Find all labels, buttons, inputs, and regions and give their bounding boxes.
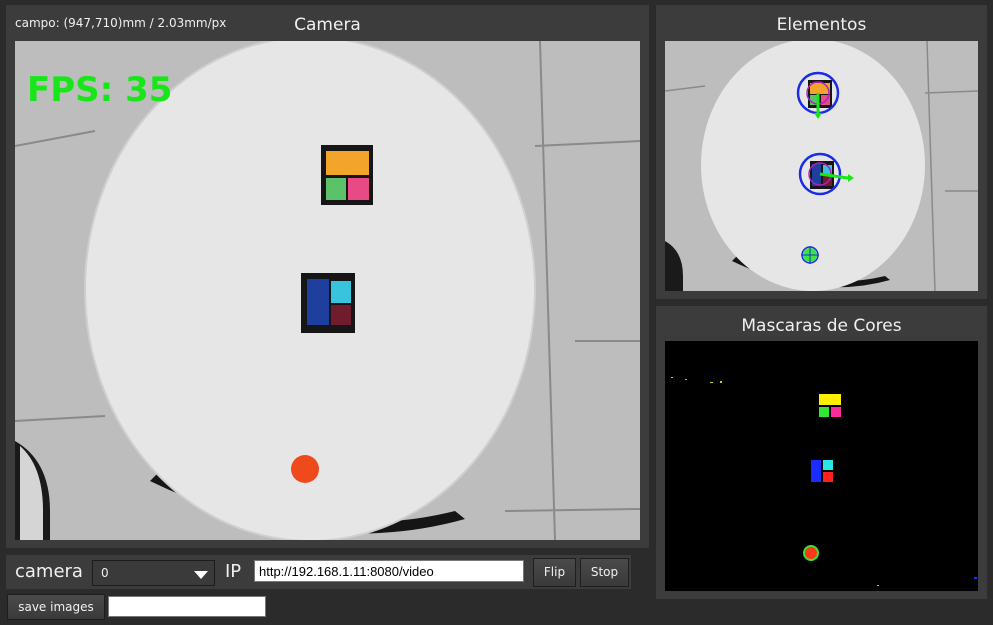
camera-panel-title: Camera [294, 15, 361, 35]
robot-piece-bottom [301, 273, 355, 333]
robot-piece-top [321, 145, 373, 205]
masks-panel-title: Mascaras de Cores [741, 316, 902, 336]
elements-panel-title: Elementos [776, 15, 867, 35]
ball [291, 455, 319, 483]
save-images-button[interactable]: save images [7, 594, 105, 620]
camera-view: FPS: 35 [15, 41, 640, 540]
camera-label: camera [15, 561, 83, 582]
fps-label: FPS: 35 [27, 70, 172, 110]
color-masks-image [665, 341, 978, 591]
chevron-down-icon [194, 571, 208, 579]
masks-panel: Mascaras de Cores [656, 306, 987, 599]
ip-label: IP [225, 561, 242, 582]
flip-button[interactable]: Flip [533, 558, 576, 587]
stop-button[interactable]: Stop [580, 558, 629, 587]
camera-feed-image: FPS: 35 [15, 41, 640, 540]
elements-view [665, 41, 978, 291]
camera-panel: campo: (947,710)mm / 2.03mm/px Camera FP… [6, 5, 649, 548]
masks-view [665, 341, 978, 591]
save-images-input[interactable] [108, 596, 266, 617]
elements-image [665, 41, 978, 291]
camera-select-value: 0 [101, 566, 109, 580]
camera-select[interactable]: 0 [92, 560, 215, 586]
ip-input[interactable] [254, 560, 524, 582]
elements-panel: Elementos [656, 5, 987, 299]
